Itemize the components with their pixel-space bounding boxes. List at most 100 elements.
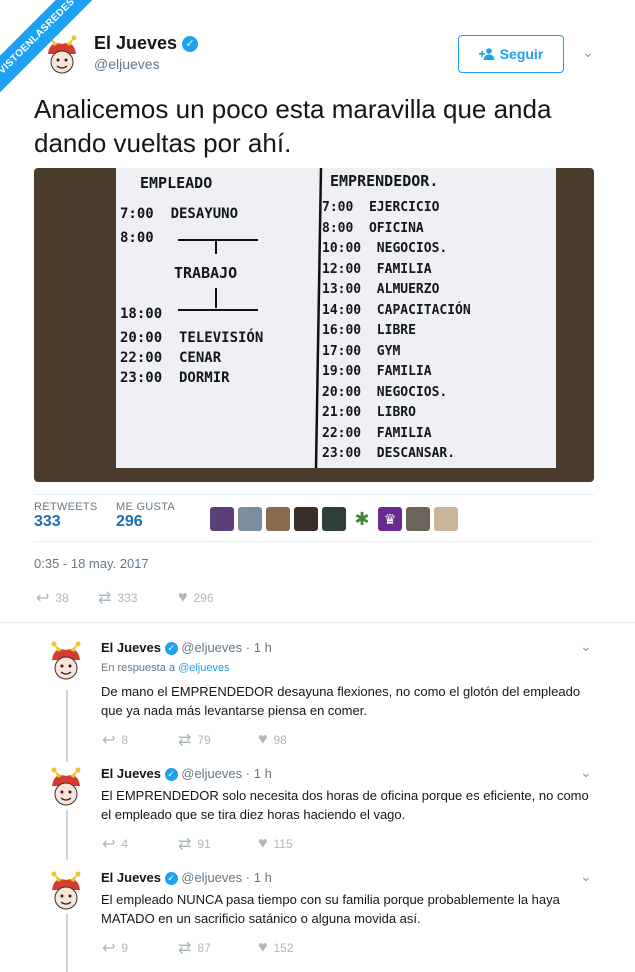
- reply-header: El Jueves ✓ @eljueves · 1 h: [101, 870, 272, 886]
- heart-icon: ♥: [178, 589, 188, 606]
- like-action[interactable]: ♥ 152: [258, 939, 294, 957]
- reply-author-handle[interactable]: @eljueves: [181, 766, 242, 781]
- reply-text: El EMPRENDEDOR solo necesita dos horas d…: [101, 788, 589, 822]
- retweet-count: 87: [197, 941, 211, 955]
- schedule-paper: EMPLEADO 7:00 DESAYUNO 8:00 TRABAJO 18:0…: [116, 168, 556, 468]
- chevron-down-icon[interactable]: ⌄: [580, 764, 592, 781]
- liker-avatar[interactable]: [406, 507, 430, 531]
- follow-button[interactable]: Seguir: [458, 35, 564, 73]
- reply-action[interactable]: ↩ 38: [36, 588, 98, 608]
- entrepreneur-row: 12:00 FAMILIA: [322, 261, 432, 277]
- like-action[interactable]: ♥ 296: [178, 589, 214, 607]
- chevron-down-icon[interactable]: ⌄: [580, 638, 592, 655]
- reply-count: 9: [121, 941, 129, 955]
- entrepreneur-row: 13:00 ALMUERZO: [322, 282, 440, 297]
- author-name-row[interactable]: El Jueves ✓: [94, 33, 199, 54]
- like-count: 152: [273, 941, 294, 955]
- reply-icon: ↩: [102, 940, 116, 957]
- reply-icon: ↩: [102, 836, 116, 853]
- liker-avatar[interactable]: ✱: [350, 507, 374, 531]
- reply-text: De mano el EMPRENDEDOR desayuna flexione…: [101, 684, 581, 718]
- reply-action[interactable]: ↩ 8: [102, 730, 178, 750]
- reply-author-name[interactable]: El Jueves: [101, 640, 161, 655]
- reply-text: El empleado NUNCA pasa tiempo con su fam…: [101, 892, 560, 926]
- employee-row: TRABAJO: [174, 264, 238, 282]
- verified-icon: ✓: [164, 768, 178, 782]
- retweet-icon: ⇄: [98, 590, 112, 607]
- heart-icon: ♥: [258, 835, 268, 852]
- reply-avatar[interactable]: [44, 766, 88, 810]
- like-action[interactable]: ♥ 98: [258, 731, 287, 749]
- in-reply-handle[interactable]: @eljueves: [178, 662, 230, 674]
- entrepreneur-row: 14:00 CAPACITACIÓN: [322, 302, 471, 318]
- reply-time[interactable]: · 1 h: [246, 766, 272, 781]
- like-action[interactable]: ♥ 115: [258, 835, 293, 853]
- reply-time[interactable]: · 1 h: [246, 870, 272, 885]
- reply-avatar[interactable]: [44, 870, 88, 914]
- reply-author-name[interactable]: El Jueves: [101, 766, 161, 781]
- add-user-icon: [478, 48, 495, 60]
- reply-action[interactable]: ↩ 4: [102, 834, 178, 854]
- liker-avatar[interactable]: [266, 507, 290, 531]
- entrepreneur-row: 8:00 OFICINA: [322, 220, 424, 236]
- entrepreneur-row: 17:00 GYM: [322, 343, 401, 359]
- reply-icon: ↩: [102, 732, 116, 749]
- entrepreneur-title: EMPRENDEDOR.: [330, 172, 439, 190]
- like-count: 115: [273, 837, 293, 851]
- tweet-stats: RETWEETS 333 ME GUSTA 296 ✱ ♛: [34, 494, 594, 542]
- liker-avatar[interactable]: [210, 507, 234, 531]
- thread-line: [66, 912, 68, 972]
- divider: [0, 622, 635, 623]
- reply-avatar[interactable]: [44, 640, 88, 684]
- retweet-action[interactable]: ⇄ 79: [178, 730, 258, 750]
- likes-stat[interactable]: ME GUSTA 296: [116, 501, 175, 531]
- reply-author-name[interactable]: El Jueves: [101, 870, 161, 885]
- employee-row: 22:00 CENAR: [120, 350, 222, 366]
- employee-row: 8:00: [120, 230, 154, 246]
- verified-icon: ✓: [182, 36, 199, 53]
- liker-avatar[interactable]: [322, 507, 346, 531]
- liker-avatar[interactable]: [434, 507, 458, 531]
- reply-header: El Jueves ✓ @eljueves · 1 h: [101, 766, 272, 782]
- thread-line: [66, 808, 68, 860]
- retweets-count: 333: [34, 513, 61, 530]
- heart-icon: ♥: [258, 939, 268, 956]
- retweets-stat[interactable]: RETWEETS 333: [34, 501, 98, 531]
- retweet-action[interactable]: ⇄ 333: [98, 588, 178, 608]
- reply-action[interactable]: ↩ 9: [102, 938, 178, 958]
- likers-avatars: ✱ ♛: [210, 507, 458, 531]
- reply-count: 8: [121, 733, 129, 747]
- like-count: 98: [273, 733, 287, 747]
- liker-avatar[interactable]: ♛: [378, 507, 402, 531]
- reply-count: 38: [55, 591, 69, 605]
- in-reply-prefix: En respuesta a: [101, 662, 175, 674]
- tweet-timestamp[interactable]: 0:35 - 18 may. 2017: [34, 556, 149, 571]
- chevron-down-icon[interactable]: ⌄: [582, 44, 594, 61]
- employee-title: EMPLEADO: [140, 174, 213, 192]
- reply-actions: ↩ 4 ⇄ 91 ♥ 115: [102, 834, 293, 854]
- liker-avatar[interactable]: [294, 507, 318, 531]
- retweet-icon: ⇄: [178, 732, 192, 749]
- entrepreneur-row: 16:00 LIBRE: [322, 323, 416, 338]
- like-count: 296: [193, 591, 214, 605]
- author-handle[interactable]: @eljueves: [94, 56, 160, 72]
- tweet-photo[interactable]: EMPLEADO 7:00 DESAYUNO 8:00 TRABAJO 18:0…: [34, 168, 594, 482]
- reply-actions: ↩ 9 ⇄ 87 ♥ 152: [102, 938, 294, 958]
- reply-time[interactable]: · 1 h: [246, 640, 272, 655]
- employee-row: 18:00: [120, 306, 163, 322]
- jester-avatar-icon: [51, 871, 81, 910]
- chevron-down-icon[interactable]: ⌄: [580, 868, 592, 885]
- entrepreneur-row: 21:00 LIBRO: [322, 405, 416, 420]
- entrepreneur-row: 19:00 FAMILIA: [322, 364, 432, 379]
- in-reply-to: En respuesta a @eljueves: [101, 662, 230, 674]
- retweets-label: RETWEETS: [34, 501, 98, 513]
- likes-label: ME GUSTA: [116, 501, 176, 513]
- retweet-action[interactable]: ⇄ 91: [178, 834, 258, 854]
- retweet-count: 79: [197, 733, 211, 747]
- reply-author-handle[interactable]: @eljueves: [181, 640, 242, 655]
- author-name[interactable]: El Jueves: [94, 33, 177, 53]
- reply-author-handle[interactable]: @eljueves: [181, 870, 242, 885]
- retweet-action[interactable]: ⇄ 87: [178, 938, 258, 958]
- liker-avatar[interactable]: [238, 507, 262, 531]
- thread-line: [66, 690, 68, 762]
